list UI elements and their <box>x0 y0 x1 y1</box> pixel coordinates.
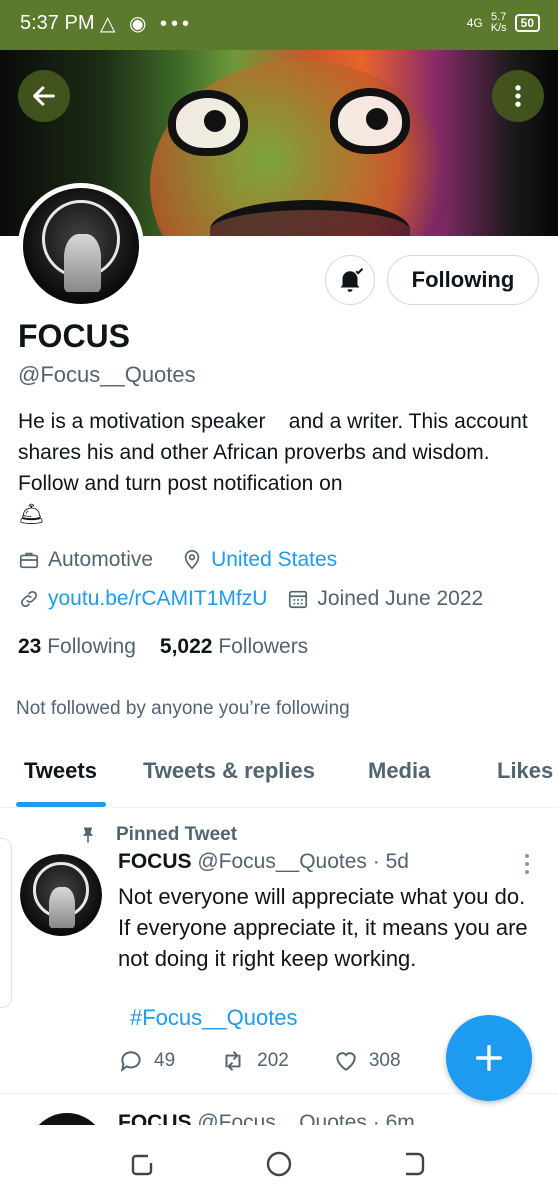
pin-icon <box>83 827 93 843</box>
profile-location[interactable]: United States <box>211 548 337 572</box>
compose-tweet-button[interactable] <box>446 1015 532 1101</box>
tweet-header: FOCUS @Focus__Quotes · 5d <box>118 850 409 874</box>
tweet-author-name[interactable]: FOCUS <box>118 850 192 873</box>
home-icon[interactable] <box>264 1149 294 1179</box>
tab-media[interactable]: Media <box>368 758 430 784</box>
arrow-left-icon <box>33 86 55 106</box>
pinned-label-row: Pinned Tweet <box>78 824 237 846</box>
tweet-author-handle[interactable]: @Focus__Quotes <box>197 1111 367 1125</box>
followers-count-link[interactable]: 5,022 Followers <box>160 635 308 659</box>
tweet-author-name[interactable]: FOCUS <box>118 1111 192 1125</box>
reply-button[interactable]: 49 <box>118 1048 175 1074</box>
back-nav-icon[interactable] <box>398 1149 428 1179</box>
active-tab-indicator <box>16 802 106 807</box>
profile-meta-row: youtu.be/rCAMIT1MfzU Joined June 2022 <box>18 587 483 611</box>
status-bar: 5:37 PM △ ◉ ••• 4G 5.7 K/s 50 <box>0 0 558 50</box>
retweet-count: 202 <box>257 1050 289 1071</box>
back-button[interactable] <box>18 70 70 122</box>
tweet-time: · 5d <box>372 850 409 873</box>
status-right: 4G 5.7 K/s 50 <box>467 12 540 34</box>
tab-tweets[interactable]: Tweets <box>24 758 97 784</box>
tweet-header: FOCUS @Focus__Quotes · 6m <box>118 1111 415 1125</box>
tweet-time: · 6m <box>372 1111 415 1125</box>
like-count: 308 <box>368 1050 401 1071</box>
following-count-link[interactable]: 23 Following <box>18 635 136 659</box>
banner-eye <box>168 90 248 156</box>
pinned-label: Pinned Tweet <box>116 824 238 845</box>
retweet-icon <box>225 1051 241 1071</box>
heart-icon <box>336 1052 356 1071</box>
profile-tabs: Tweets Tweets & replies Media Likes <box>0 742 558 808</box>
recent-apps-icon[interactable] <box>128 1149 158 1179</box>
profile-category: Automotive <box>48 548 154 571</box>
bell-emoji: 🛎 <box>18 503 45 526</box>
more-options-button[interactable] <box>492 70 544 122</box>
profile-handle: @Focus__Quotes <box>18 362 196 387</box>
profile-website-link[interactable]: youtu.be/rCAMIT1MfzU <box>48 587 267 611</box>
retweet-button[interactable]: 202 <box>219 1048 289 1074</box>
notification-icons: △ ◉ ••• <box>100 13 193 35</box>
status-time: 5:37 PM <box>20 12 95 34</box>
location-pin-icon <box>184 550 200 570</box>
more-vertical-icon <box>515 85 521 107</box>
tweet-actions: 49 202 308 <box>118 1048 401 1074</box>
bell-check-icon <box>340 268 364 292</box>
tweet-text: Not everyone will appreciate what you do… <box>118 884 528 971</box>
profile-avatar[interactable] <box>18 183 144 309</box>
tab-likes[interactable]: Likes <box>497 758 553 784</box>
reply-count: 49 <box>154 1050 176 1071</box>
tweet-card-next[interactable]: FOCUS @Focus__Quotes · 6m <box>0 1095 558 1125</box>
tab-tweets-replies[interactable]: Tweets & replies <box>143 758 315 784</box>
calendar-icon <box>289 590 308 609</box>
system-nav-bar <box>0 1125 558 1200</box>
tweet-avatar[interactable] <box>20 854 102 936</box>
profile-name: FOCUS <box>18 318 130 354</box>
profile-bio: He is a motivation speaker and a writer.… <box>18 410 534 526</box>
network-type: 4G <box>466 16 483 30</box>
profile-meta-row: Automotive United States <box>18 548 337 572</box>
notifications-button[interactable] <box>325 255 375 305</box>
side-panel-handle[interactable] <box>0 838 12 1008</box>
reply-icon <box>120 1051 141 1072</box>
banner-eye <box>330 88 410 154</box>
follow-counts: 23 Following 5,022 Followers <box>18 635 308 659</box>
briefcase-icon <box>19 552 39 569</box>
link-icon <box>20 590 38 608</box>
tweet-avatar[interactable] <box>28 1113 106 1125</box>
following-button[interactable]: Following <box>387 255 539 305</box>
tweet-hashtag-link[interactable]: #Focus__Quotes <box>130 1005 298 1031</box>
more-vertical-icon <box>525 854 529 874</box>
like-button[interactable]: 308 <box>333 1048 401 1074</box>
plus-icon <box>475 1044 503 1072</box>
tweet-more-button[interactable] <box>518 852 536 881</box>
not-followed-note: Not followed by anyone you’re following <box>16 698 350 719</box>
battery-icon: 50 <box>514 14 540 32</box>
network-speed: 5.7 K/s <box>490 11 507 34</box>
profile-joined-date: Joined June 2022 <box>317 587 484 610</box>
tweet-author-handle[interactable]: @Focus__Quotes <box>197 850 367 873</box>
